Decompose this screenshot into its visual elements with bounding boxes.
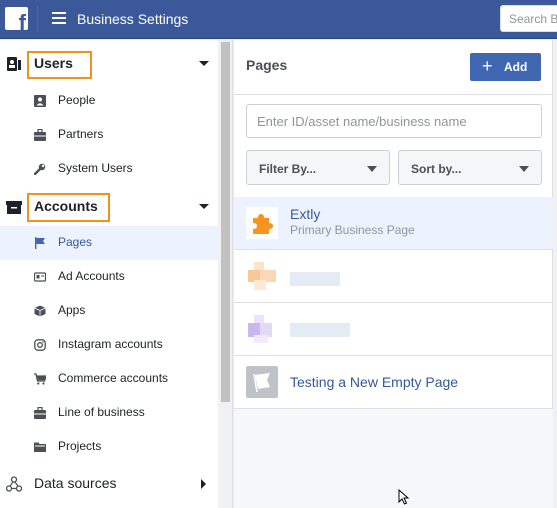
sidebar-item-line-of-business[interactable]: Line of business xyxy=(0,396,218,430)
default-page-flag-icon xyxy=(246,366,278,398)
folder-icon xyxy=(34,442,46,452)
puzzle-piece-icon xyxy=(246,207,278,239)
users-icon xyxy=(7,57,21,71)
facebook-logo-icon[interactable]: f xyxy=(5,7,28,30)
sidebar-scrollbar-thumb[interactable] xyxy=(221,42,230,402)
plus-icon: + xyxy=(482,56,493,76)
data-sources-icon xyxy=(6,476,22,492)
blurred-page-thumbnail xyxy=(248,262,276,290)
accounts-collapse-caret-icon[interactable] xyxy=(199,204,209,209)
filter-by-dropdown[interactable]: Filter By... xyxy=(246,150,390,185)
users-highlight-box xyxy=(27,51,92,79)
person-card-icon xyxy=(34,95,46,107)
filter-search-input[interactable]: Enter ID/asset name/business name xyxy=(246,104,542,138)
sidebar-item-projects[interactable]: Projects xyxy=(0,430,218,464)
hamburger-menu-icon[interactable] xyxy=(52,12,66,24)
ad-card-icon xyxy=(34,272,46,282)
archive-box-icon xyxy=(6,201,22,214)
facebook-logo-letter: f xyxy=(18,10,26,31)
mouse-cursor-icon xyxy=(398,489,410,505)
sidebar-item-instagram-accounts[interactable]: Instagram accounts xyxy=(0,328,218,362)
sidebar-item-label: Pages xyxy=(58,235,93,249)
cart-icon xyxy=(34,373,46,385)
sidebar-item-label: Instagram accounts xyxy=(58,337,163,351)
page-list-item-blurred[interactable] xyxy=(234,250,553,302)
page-name: Testing a New Empty Page xyxy=(290,374,459,390)
blurred-page-name xyxy=(290,272,340,286)
page-subtitle: Primary Business Page xyxy=(290,223,415,237)
sidebar-item-label: Projects xyxy=(58,439,102,453)
add-button-label: Add xyxy=(504,60,528,74)
page-list-item-blurred[interactable] xyxy=(234,303,553,355)
main-scrollbar[interactable] xyxy=(553,40,557,508)
sidebar-item-label: System Users xyxy=(58,161,133,175)
app-title: Business Settings xyxy=(77,11,189,27)
users-collapse-caret-icon[interactable] xyxy=(199,61,209,66)
page-name: Extly xyxy=(290,206,321,222)
wrench-icon xyxy=(34,163,46,175)
sidebar-item-pages[interactable]: Pages xyxy=(0,226,218,260)
expand-caret-right-icon[interactable] xyxy=(201,479,206,489)
list-divider xyxy=(234,408,553,409)
pages-panel: Pages + Add Enter ID/asset name/business… xyxy=(234,40,553,409)
filter-by-label: Filter By... xyxy=(259,162,317,176)
topbar-divider xyxy=(37,6,38,32)
header-divider xyxy=(234,94,553,95)
main-content: Pages + Add Enter ID/asset name/business… xyxy=(234,40,557,508)
accounts-highlight-box xyxy=(27,193,110,222)
page-title: Pages xyxy=(246,57,288,73)
search-input[interactable]: Search B xyxy=(500,5,557,32)
data-sources-section-header[interactable]: Data sources xyxy=(0,467,218,501)
data-sources-label: Data sources xyxy=(34,475,117,491)
briefcase-icon xyxy=(34,407,46,419)
sidebar-item-label: Line of business xyxy=(58,405,145,419)
flag-icon xyxy=(35,237,45,249)
sidebar-item-label: Ad Accounts xyxy=(58,269,125,283)
cube-icon xyxy=(34,305,46,317)
sort-by-label: Sort by... xyxy=(411,162,462,176)
sidebar-item-ad-accounts[interactable]: Ad Accounts xyxy=(0,260,218,294)
page-list-item-extly[interactable]: Extly Primary Business Page xyxy=(234,197,553,249)
sort-by-dropdown[interactable]: Sort by... xyxy=(398,150,542,185)
sidebar-item-commerce-accounts[interactable]: Commerce accounts xyxy=(0,362,218,396)
sidebar-item-system-users[interactable]: System Users xyxy=(0,152,218,186)
sidebar-item-partners[interactable]: Partners xyxy=(0,118,218,152)
sidebar-scrollbar[interactable] xyxy=(218,40,233,508)
sidebar-item-label: Commerce accounts xyxy=(58,371,169,385)
top-bar: f Business Settings Search B xyxy=(0,0,557,39)
sidebar: Users People Partners System Users Accou… xyxy=(0,40,218,508)
sidebar-item-label: People xyxy=(58,93,96,107)
briefcase-icon xyxy=(34,129,46,141)
sidebar-item-people[interactable]: People xyxy=(0,84,218,118)
blurred-page-name xyxy=(290,323,350,337)
page-list-item-testing[interactable]: Testing a New Empty Page xyxy=(234,356,553,408)
chevron-down-icon xyxy=(367,166,377,172)
add-button[interactable]: + Add xyxy=(470,53,541,81)
chevron-down-icon xyxy=(519,166,529,172)
sidebar-item-apps[interactable]: Apps xyxy=(0,294,218,328)
instagram-icon xyxy=(34,339,46,351)
sidebar-item-label: Apps xyxy=(58,303,86,317)
sidebar-item-label: Partners xyxy=(58,127,104,141)
blurred-page-thumbnail xyxy=(248,315,272,343)
